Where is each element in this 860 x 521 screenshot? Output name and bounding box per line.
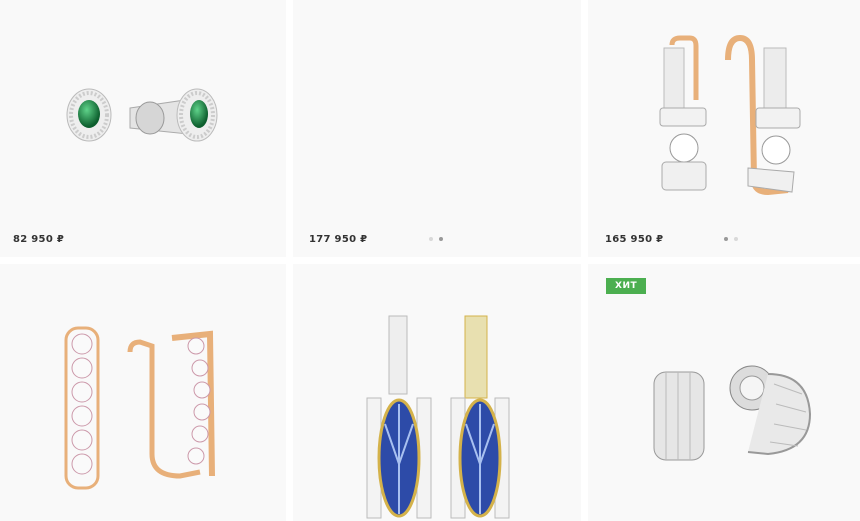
carousel-dot[interactable] [734,237,738,241]
product-card-2[interactable]: 177 950 ₽ [293,0,581,257]
product-card-3[interactable]: 165 950 ₽ [588,0,860,257]
product-card-4[interactable] [0,264,286,521]
carousel-dot[interactable] [429,237,433,241]
product-price: 165 950 ₽ [605,234,664,245]
image-carousel-dots[interactable] [724,237,738,241]
product-card-5[interactable] [293,264,581,521]
silver-half-hoop-earrings-image [653,365,812,461]
product-price: 177 950 ₽ [309,234,368,245]
rose-gold-hoop-earrings-image [64,326,215,490]
carousel-dot-active[interactable] [439,237,443,241]
carousel-dot-active[interactable] [724,237,728,241]
product-price: 82 950 ₽ [13,234,65,245]
product-card-6[interactable]: ХИТ [588,264,860,521]
product-grid: 82 950 ₽ 177 950 ₽ 165 950 ₽ ХИТ [0,0,860,521]
emerald-stud-earrings-image [66,88,218,142]
product-card-1[interactable]: 82 950 ₽ [0,0,286,257]
diamond-bypass-earrings-image [659,34,801,196]
blue-enamel-drop-earrings-image [366,315,510,519]
image-carousel-dots[interactable] [429,237,443,241]
